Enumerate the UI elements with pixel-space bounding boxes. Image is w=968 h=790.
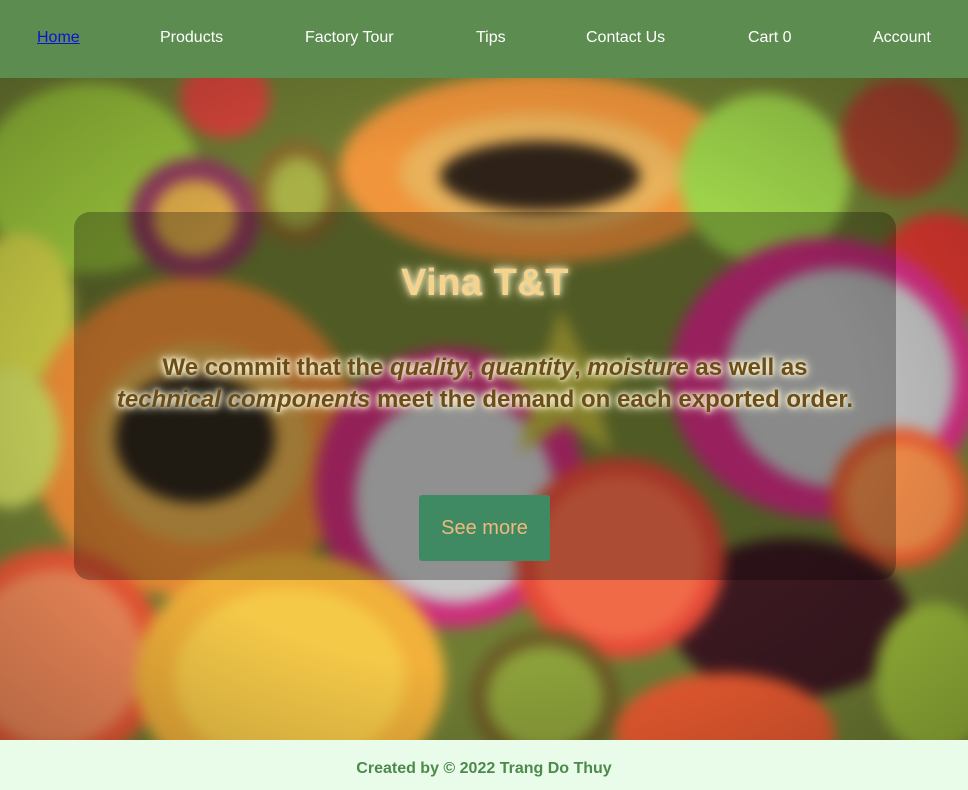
page: Home Products Factory Tour Tips Contact … [0,0,968,790]
see-more-button[interactable]: See more [419,495,550,561]
page-footer: Created by © 2022 Trang Do Thuy [0,740,968,790]
tagline-comma-2: , [574,354,588,381]
tagline-comma-1: , [467,354,481,381]
hero-tagline: We commit that the quality, quantity, mo… [110,352,860,416]
nav-home-link[interactable]: Home [37,28,80,48]
tagline-part-2: as well as [688,354,808,381]
nav-cart-link[interactable]: Cart 0 [748,28,792,48]
hero-card: Vina T&T We commit that the quality, qua… [74,212,896,580]
nav-contact-link[interactable]: Contact Us [586,28,665,48]
tagline-quantity: quantity [480,354,575,381]
top-navigation: Home Products Factory Tour Tips Contact … [0,0,968,78]
tagline-technical: technical components [116,386,371,413]
tagline-part-1: We commit that the [162,354,391,381]
nav-factory-tour-link[interactable]: Factory Tour [305,28,394,48]
tagline-quality: quality [390,354,468,381]
footer-copyright: Created by © 2022 Trang Do Thuy [356,760,612,777]
nav-products-link[interactable]: Products [160,28,223,48]
nav-tips-link[interactable]: Tips [476,28,506,48]
tagline-part-3: meet the demand on each exported order. [370,386,854,413]
tagline-moisture: moisture [587,354,689,381]
brand-title: Vina T&T [401,262,569,304]
nav-account-link[interactable]: Account [873,28,931,48]
